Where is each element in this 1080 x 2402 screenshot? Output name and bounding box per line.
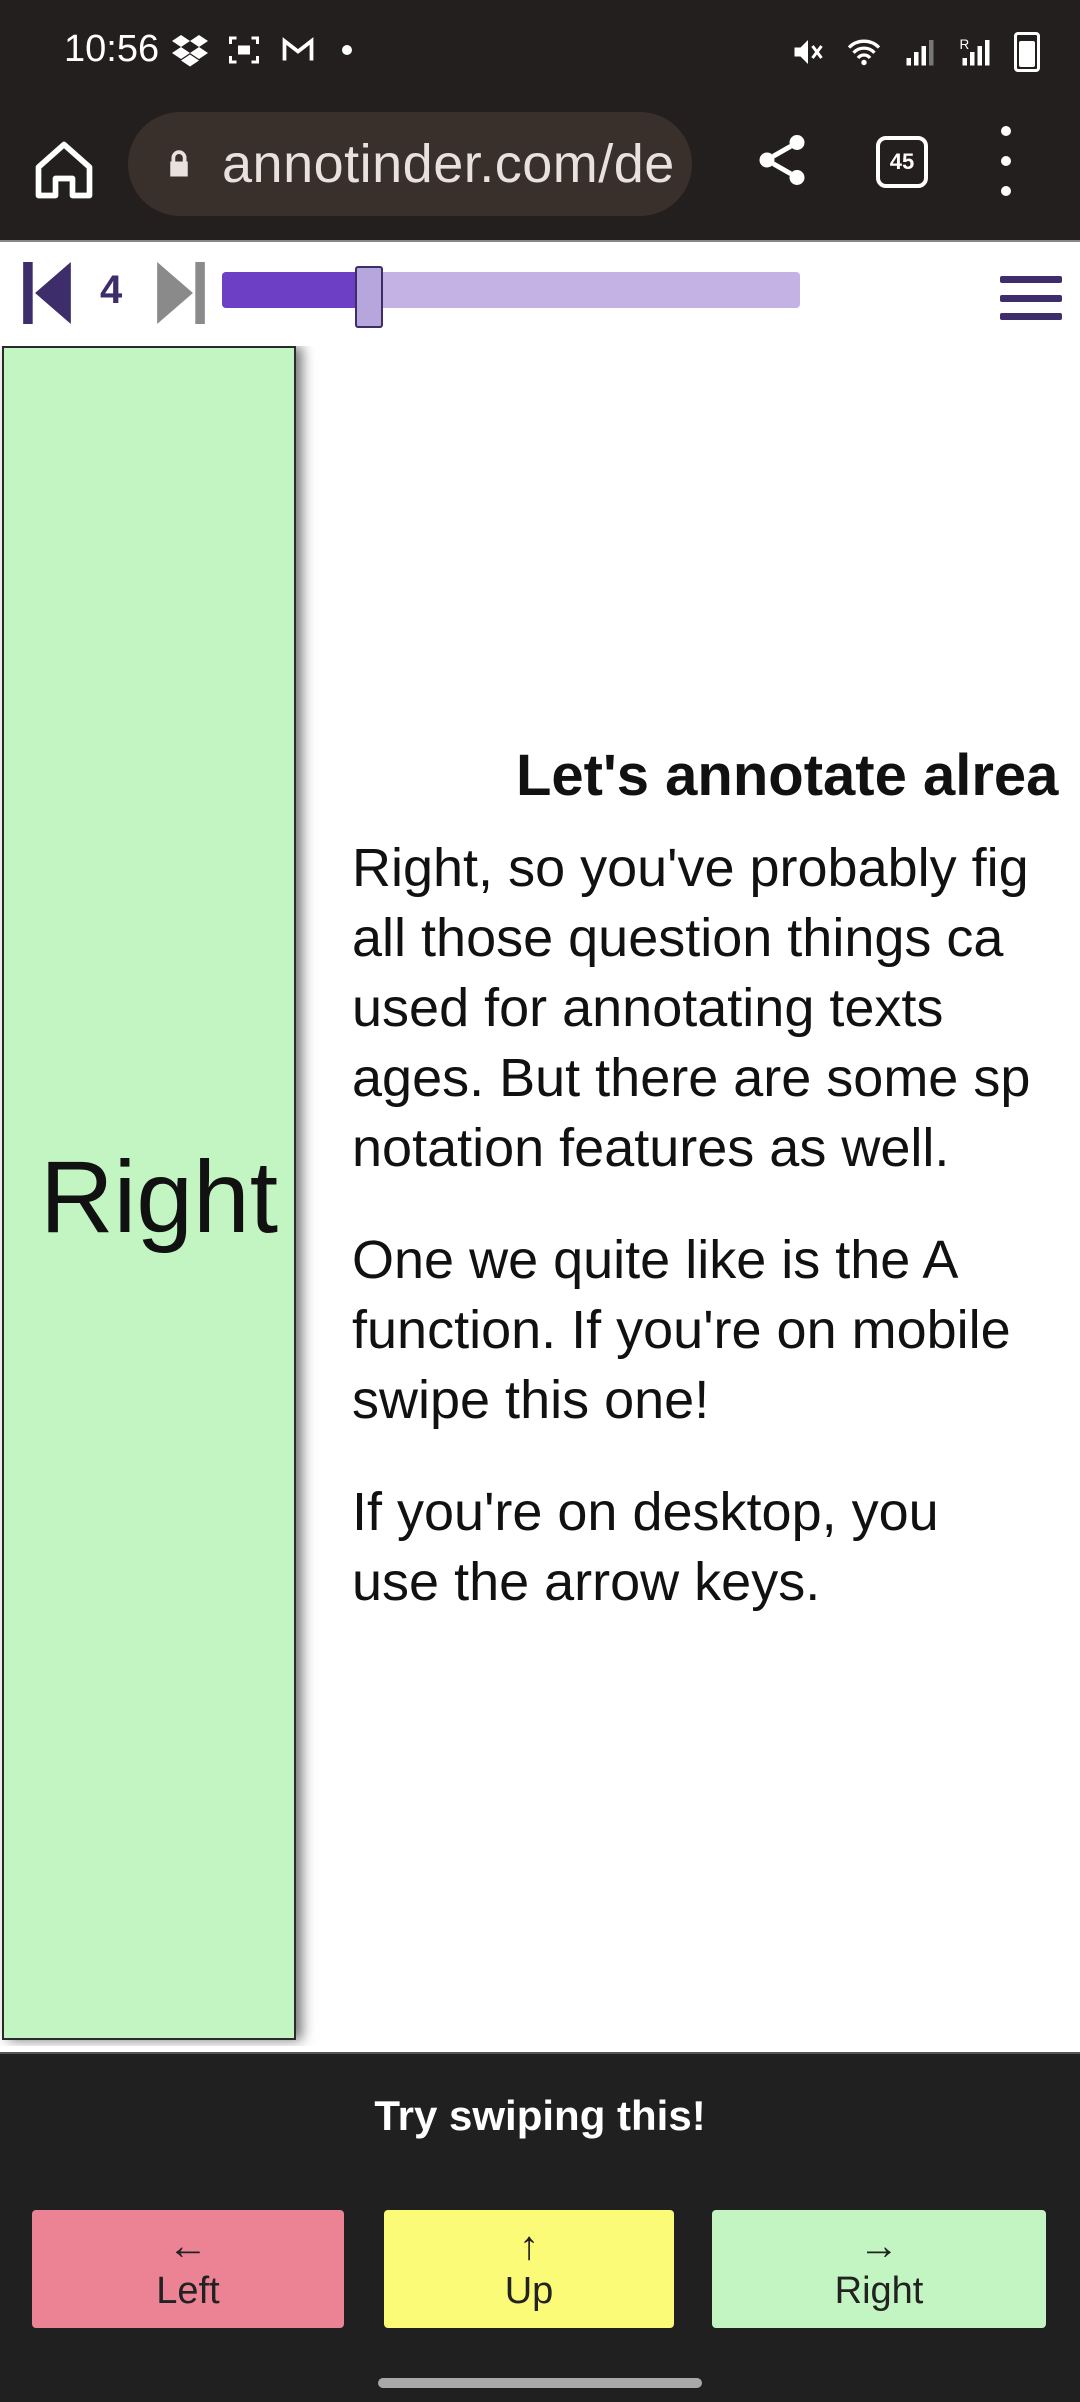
signal-icon <box>906 40 934 66</box>
text-heading: Let's annotate alrea <box>516 743 1059 808</box>
text-unit: Let's annotate alrea Right, so you've pr… <box>352 742 1080 1659</box>
mute-icon <box>794 40 823 64</box>
browser-chrome: 10:56 R annotinder.com/de 45 <box>0 0 1080 240</box>
dropbox-icon <box>172 35 208 67</box>
up-button[interactable]: ↑ Up <box>384 2210 674 2328</box>
signal-r-icon: R <box>960 37 990 66</box>
text-paragraph: Right, so you've probably fig all those … <box>352 838 1031 1178</box>
up-button-label: Up <box>504 2269 554 2312</box>
home-icon[interactable] <box>30 136 98 204</box>
progress-slider[interactable] <box>222 266 800 328</box>
first-item-icon[interactable] <box>22 262 72 324</box>
share-icon[interactable] <box>752 130 812 190</box>
menu-icon[interactable] <box>1000 276 1062 320</box>
gesture-bar[interactable] <box>378 2378 702 2388</box>
status-bar: 10:56 R <box>0 0 1080 108</box>
question-hint: Try swiping this! <box>374 2092 706 2139</box>
screen-record-icon <box>229 36 259 64</box>
status-icons-left <box>172 32 352 68</box>
more-options-icon[interactable] <box>998 126 1014 196</box>
progress-row: 4 <box>0 240 1080 350</box>
current-item-number: 4 <box>100 268 123 312</box>
svg-text:R: R <box>960 37 970 52</box>
swipe-card-label: Right <box>39 1139 279 1254</box>
right-button-label: Right <box>834 2269 924 2312</box>
wifi-icon <box>847 39 881 66</box>
progress-fill <box>222 272 367 308</box>
gmail-icon <box>282 37 314 61</box>
notification-dot <box>342 45 352 55</box>
tab-switcher-button[interactable]: 45 <box>876 136 928 188</box>
right-button[interactable]: → Right <box>712 2210 1046 2328</box>
progress-thumb[interactable] <box>354 266 383 328</box>
url-text: annotinder.com/de <box>222 134 675 194</box>
status-time: 10:56 <box>64 28 160 70</box>
browser-toolbar: annotinder.com/de 45 <box>0 108 1080 240</box>
left-button[interactable]: ← Left <box>32 2210 344 2328</box>
arrow-right-icon: → <box>859 2223 899 2268</box>
arrow-left-icon: ← <box>168 2223 208 2268</box>
text-paragraph: One we quite like is the A function. If … <box>352 1230 1011 1430</box>
text-paragraph: If you're on desktop, you use the arrow … <box>352 1482 939 1612</box>
swipe-card[interactable]: Right <box>2 346 296 2040</box>
arrow-up-icon: ↑ <box>519 2223 539 2268</box>
battery-icon <box>1014 32 1040 72</box>
url-bar[interactable]: annotinder.com/de <box>128 112 692 216</box>
lock-icon <box>170 150 188 177</box>
annotation-area: Right Let's annotate alrea Right, so you… <box>0 346 1080 2046</box>
last-item-icon[interactable] <box>156 262 206 324</box>
left-button-label: Left <box>156 2269 220 2312</box>
answer-panel: Try swiping this! ← Left ↑ Up → Right <box>0 2052 1080 2402</box>
status-icons-right: R <box>790 32 1040 72</box>
